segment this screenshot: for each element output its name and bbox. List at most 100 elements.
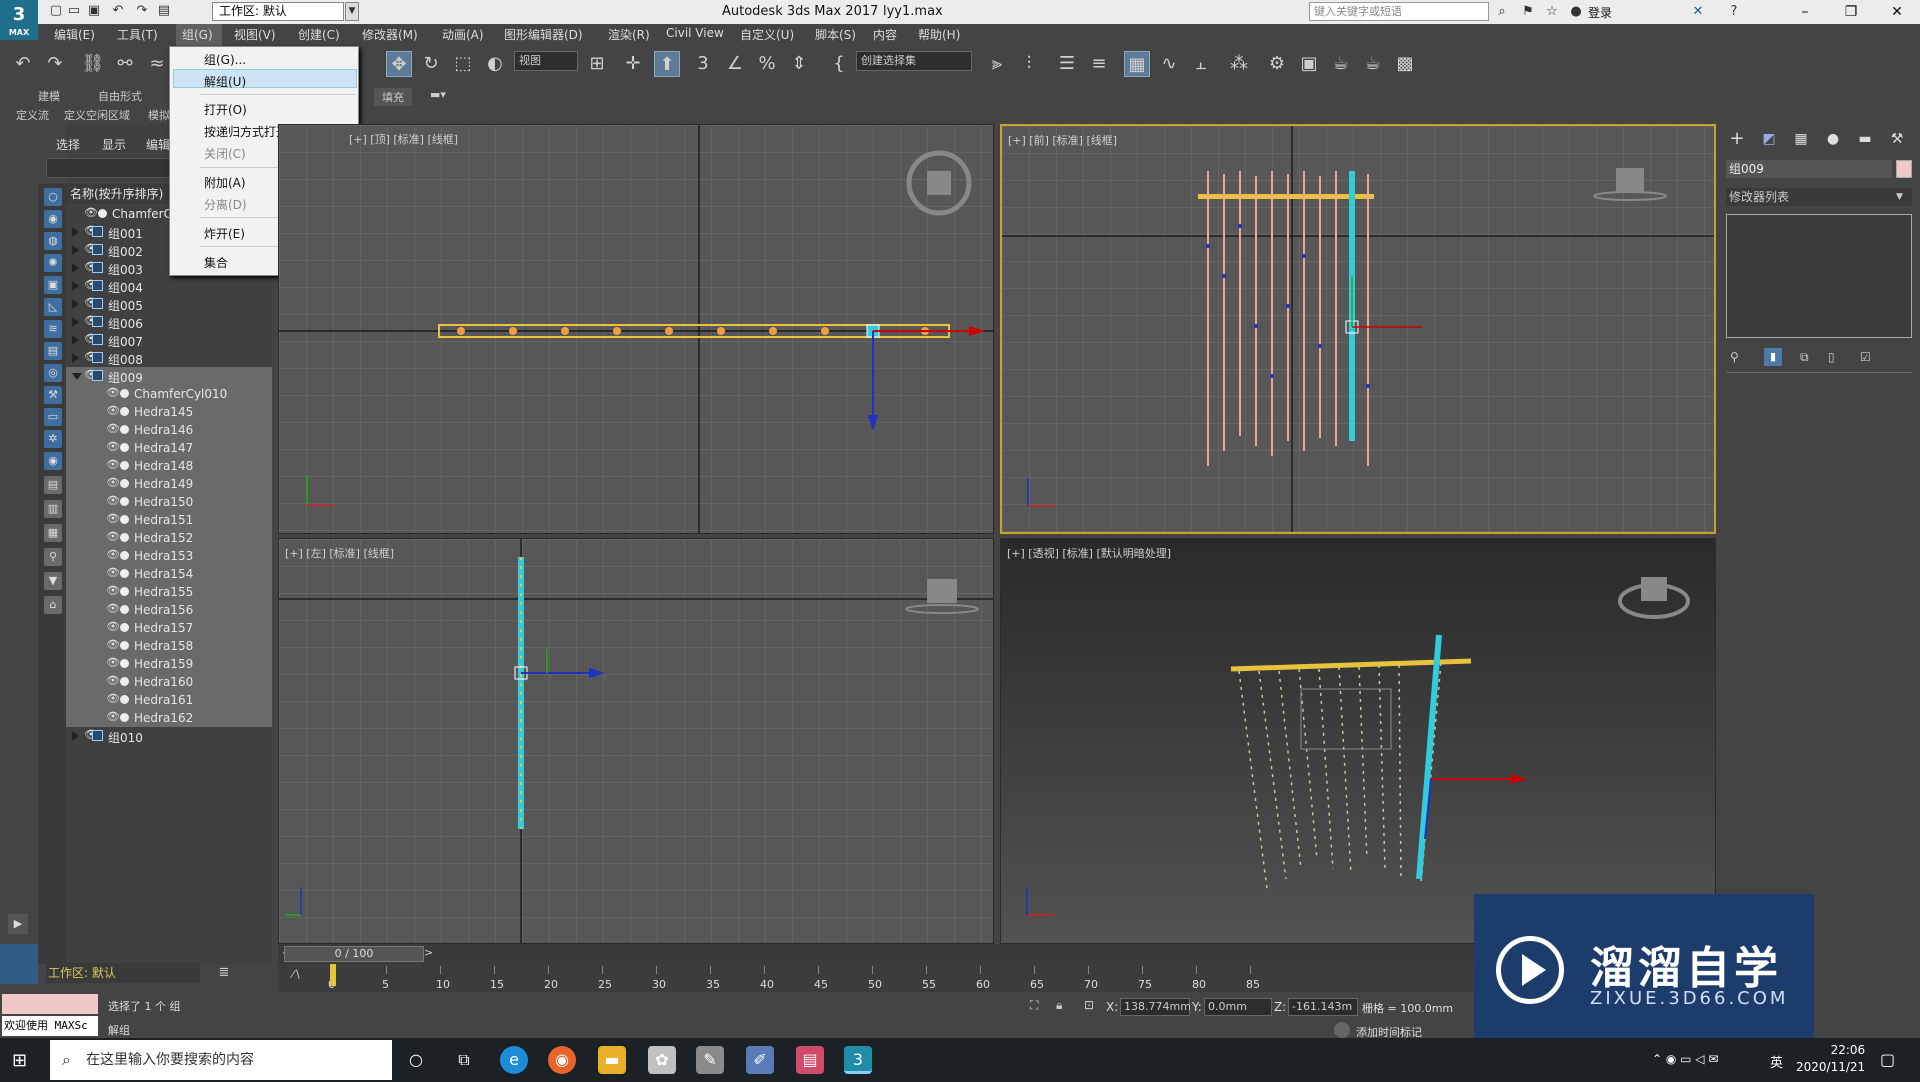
viewport-left[interactable]: [+] [左] [标准] [线框] [278,538,994,944]
tree-row[interactable]: 👁︎ Hedra152 [66,529,272,547]
expand-arrow-icon[interactable] [72,731,79,741]
menu-rendering[interactable]: 渲染(R) [608,26,650,43]
tree-row[interactable]: 👁︎ Hedra151 [66,511,272,529]
display-lights-icon[interactable]: ✺ [44,254,62,272]
freeze-dot-icon[interactable] [120,407,129,416]
viewport-front[interactable]: [+] [前] [标准] [线框] [1000,124,1716,534]
freeze-dot-icon[interactable] [120,587,129,596]
visibility-eye-icon[interactable]: 👁︎ [106,693,120,704]
x-coord-field[interactable]: 138.774mm [1120,998,1191,1016]
save-file-icon[interactable]: ▣ [86,3,102,19]
unlink-icon[interactable]: ⚯ [112,51,138,77]
freeze-dot-icon[interactable] [120,389,129,398]
visibility-eye-icon[interactable]: 👁︎ [106,711,120,722]
selection-set-dropdown[interactable]: 创建选择集 [856,51,972,71]
menu-tools[interactable]: 工具(T) [117,26,158,43]
ribbon-options-icon[interactable]: ▬▾ [430,88,446,101]
material-editor-icon[interactable]: ⁂ [1226,51,1252,77]
menu-group[interactable]: 组(G) [182,26,213,43]
modifier-list-dropdown[interactable]: 修改器列表 [1726,188,1912,206]
selection-lock-icon[interactable]: 🔒︎ [1056,998,1062,1013]
freeze-dot-icon[interactable] [120,443,129,452]
visibility-eye-icon[interactable]: 👁︎ [106,621,120,632]
motion-tab-icon[interactable]: ● [1822,128,1844,150]
freeze-dot-icon[interactable] [120,713,129,722]
freeze-dot-icon[interactable] [120,641,129,650]
tree-row[interactable]: 👁︎ Hedra159 [66,655,272,673]
time-tag-icon[interactable] [1334,1022,1350,1038]
schematic-view-icon[interactable]: ⫠ [1188,51,1214,77]
menu-edit[interactable]: 编辑(E) [54,26,95,43]
freeze-dot-icon[interactable] [120,659,129,668]
visibility-eye-icon[interactable]: 👁︎ [106,405,120,416]
login-link[interactable]: 登录 [1588,4,1612,21]
system-tray-icons[interactable]: ⌃ ◉ ▭ ◁ ✉ [1652,1052,1718,1066]
freeze-dot-icon[interactable] [120,569,129,578]
visibility-eye-icon[interactable]: 👁︎ [106,531,120,542]
close-button[interactable]: ✕ [1874,0,1920,24]
tree-row[interactable]: 👁︎ Hedra161 [66,691,272,709]
workspace-arrow-icon[interactable]: ▼ [345,2,359,21]
tree-row[interactable]: 👁︎ Hedra145 [66,403,272,421]
percent-snap-icon[interactable]: % [754,51,780,77]
display-influences-icon[interactable]: ▥ [44,500,62,518]
tree-row[interactable]: 👁︎ Hedra147 [66,439,272,457]
visibility-eye-icon[interactable]: 👁︎ [106,675,120,686]
visibility-eye-icon[interactable]: 👁︎ [106,513,120,524]
tree-row[interactable]: 👁︎ Hedra157 [66,619,272,637]
expand-arrow-icon[interactable] [72,227,79,237]
tree-row[interactable]: 👁︎ Hedra158 [66,637,272,655]
ribbon-tab-simulate[interactable]: 模拟 [148,107,170,123]
snaps-toggle-icon[interactable]: 3 [690,51,716,77]
manipulate-icon[interactable]: ✛ [620,51,646,77]
display-visibility-icon[interactable]: ◉ [44,452,62,470]
freeze-dot-icon[interactable] [120,533,129,542]
display-children-icon[interactable]: ▤ [44,476,62,494]
next-frame-icon[interactable]: > [424,946,433,959]
menu-scripting[interactable]: 脚本(S) [815,26,856,43]
freeze-dot-icon[interactable] [120,695,129,704]
modifier-stack[interactable] [1726,214,1912,338]
pivot-icon[interactable]: ⊞ [584,51,610,77]
display-cameras-icon[interactable]: ▣ [44,276,62,294]
menu-content[interactable]: 内容 [873,26,897,43]
viewport-top[interactable]: [+] [顶] [标准] [线框] [278,124,994,534]
visibility-eye-icon[interactable]: 👁︎ [106,441,120,452]
menu-graph-editors[interactable]: 图形编辑器(D) [504,26,583,43]
select-move-icon[interactable]: ✥ [386,51,412,77]
visibility-eye-icon[interactable]: 👁︎ [106,549,120,560]
app-icon-5[interactable]: ✿ [648,1046,676,1074]
freeze-dot-icon[interactable] [98,209,107,218]
tree-row[interactable]: 👁︎ 组004 [66,277,272,295]
new-file-icon[interactable]: ▢ [48,3,64,19]
expand-arrow-icon[interactable] [72,317,79,327]
freeze-dot-icon[interactable] [120,623,129,632]
3dsmax-taskbar-icon[interactable]: 3 [844,1046,872,1074]
tree-row[interactable]: 👁︎ 组010 [66,727,272,745]
object-color-swatch[interactable] [1896,160,1912,178]
find-filter-icon[interactable]: ⚲ [44,548,62,566]
render-setup-icon[interactable]: ⚙ [1264,51,1290,77]
tree-row[interactable]: 👁︎ Hedra156 [66,601,272,619]
windows-start-icon[interactable]: ⊞ [12,1050,27,1071]
explorer-tab-edit[interactable]: 编辑 [146,136,170,153]
firefox-icon[interactable]: ◉ [548,1046,576,1074]
viewport-top-label[interactable]: [+] [顶] [标准] [线框] [349,131,458,147]
user-icon[interactable]: ● [1568,4,1584,20]
freeze-dot-icon[interactable] [120,461,129,470]
select-place-icon[interactable]: ◐ [482,51,508,77]
select-scale-icon[interactable]: ⬚ [450,51,476,77]
keyword-search-input[interactable]: 键入关键字或短语 [1309,2,1489,21]
menu-item-close[interactable]: 关闭(C) [204,145,246,162]
reference-coord-dropdown[interactable]: 视图 [514,51,578,71]
tree-row[interactable]: 👁︎ Hedra162 [66,709,272,727]
exchange-icon[interactable]: ✕ [1690,4,1706,20]
keyboard-shortcut-icon[interactable]: ⬆ [654,51,680,77]
tree-row[interactable]: 👁︎ 组006 [66,313,272,331]
project-icon[interactable]: ▤ [156,3,172,19]
freeze-dot-icon[interactable] [120,479,129,488]
viewport-layout-icon[interactable] [0,944,38,984]
app-icon-6[interactable]: ✎ [696,1046,724,1074]
menu-item-ungroup[interactable]: 解组(U) [204,73,246,90]
expand-arrow-icon[interactable] [72,245,79,255]
